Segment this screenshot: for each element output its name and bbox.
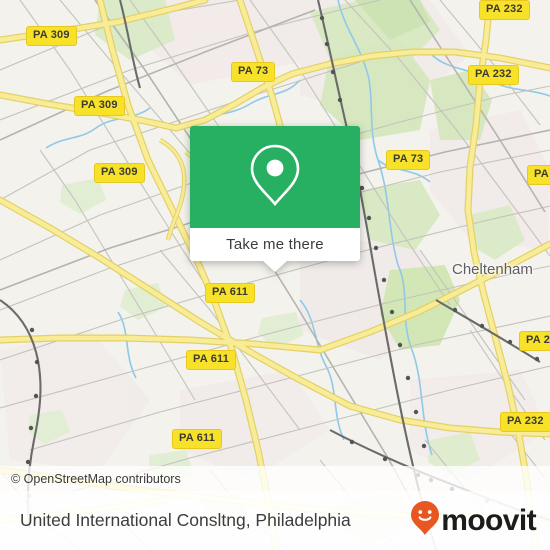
highway-shield: PA 611 [186,350,237,370]
highway-shield: PA 232 [468,65,519,85]
highway-shield: PA 309 [94,163,145,183]
highway-shield: PA 73 [386,150,431,170]
highway-shield: PA 309 [26,26,77,46]
moovit-logo[interactable]: moovit [410,500,550,541]
callout-pointer-tail [262,260,288,272]
highway-shield: PA 611 [172,429,223,449]
place-label-cheltenham: Cheltenham [452,261,533,278]
highway-shield: PA 611 [205,283,256,303]
osm-attribution-text[interactable]: © OpenStreetMap contributors [0,472,181,486]
location-callout[interactable]: Take me there [190,126,360,272]
map-pin-icon [247,142,303,213]
callout-icon-panel [190,126,360,228]
moovit-wordmark: moovit [441,503,536,537]
highway-shield: PA 73 [231,62,276,82]
map-screenshot: PA 232 PA 309 PA 73 PA 232 PA 309 PA 309… [0,0,550,550]
highway-shield: PA 232 [500,412,550,432]
take-me-there-label: Take me there [226,236,324,253]
footer-bar: United International Consltng, Philadelp… [0,491,550,550]
attribution-bar: © OpenStreetMap contributors [0,466,550,491]
highway-shield: PA 232 [479,0,530,20]
callout-action-panel[interactable]: Take me there [190,228,360,272]
highway-shield: PA 2 [527,165,550,185]
highway-shield: PA 232 [519,331,550,351]
place-title: United International Consltng, Philadelp… [20,510,351,530]
moovit-smiley-pin-icon [410,500,440,541]
highway-shield: PA 309 [74,96,125,116]
